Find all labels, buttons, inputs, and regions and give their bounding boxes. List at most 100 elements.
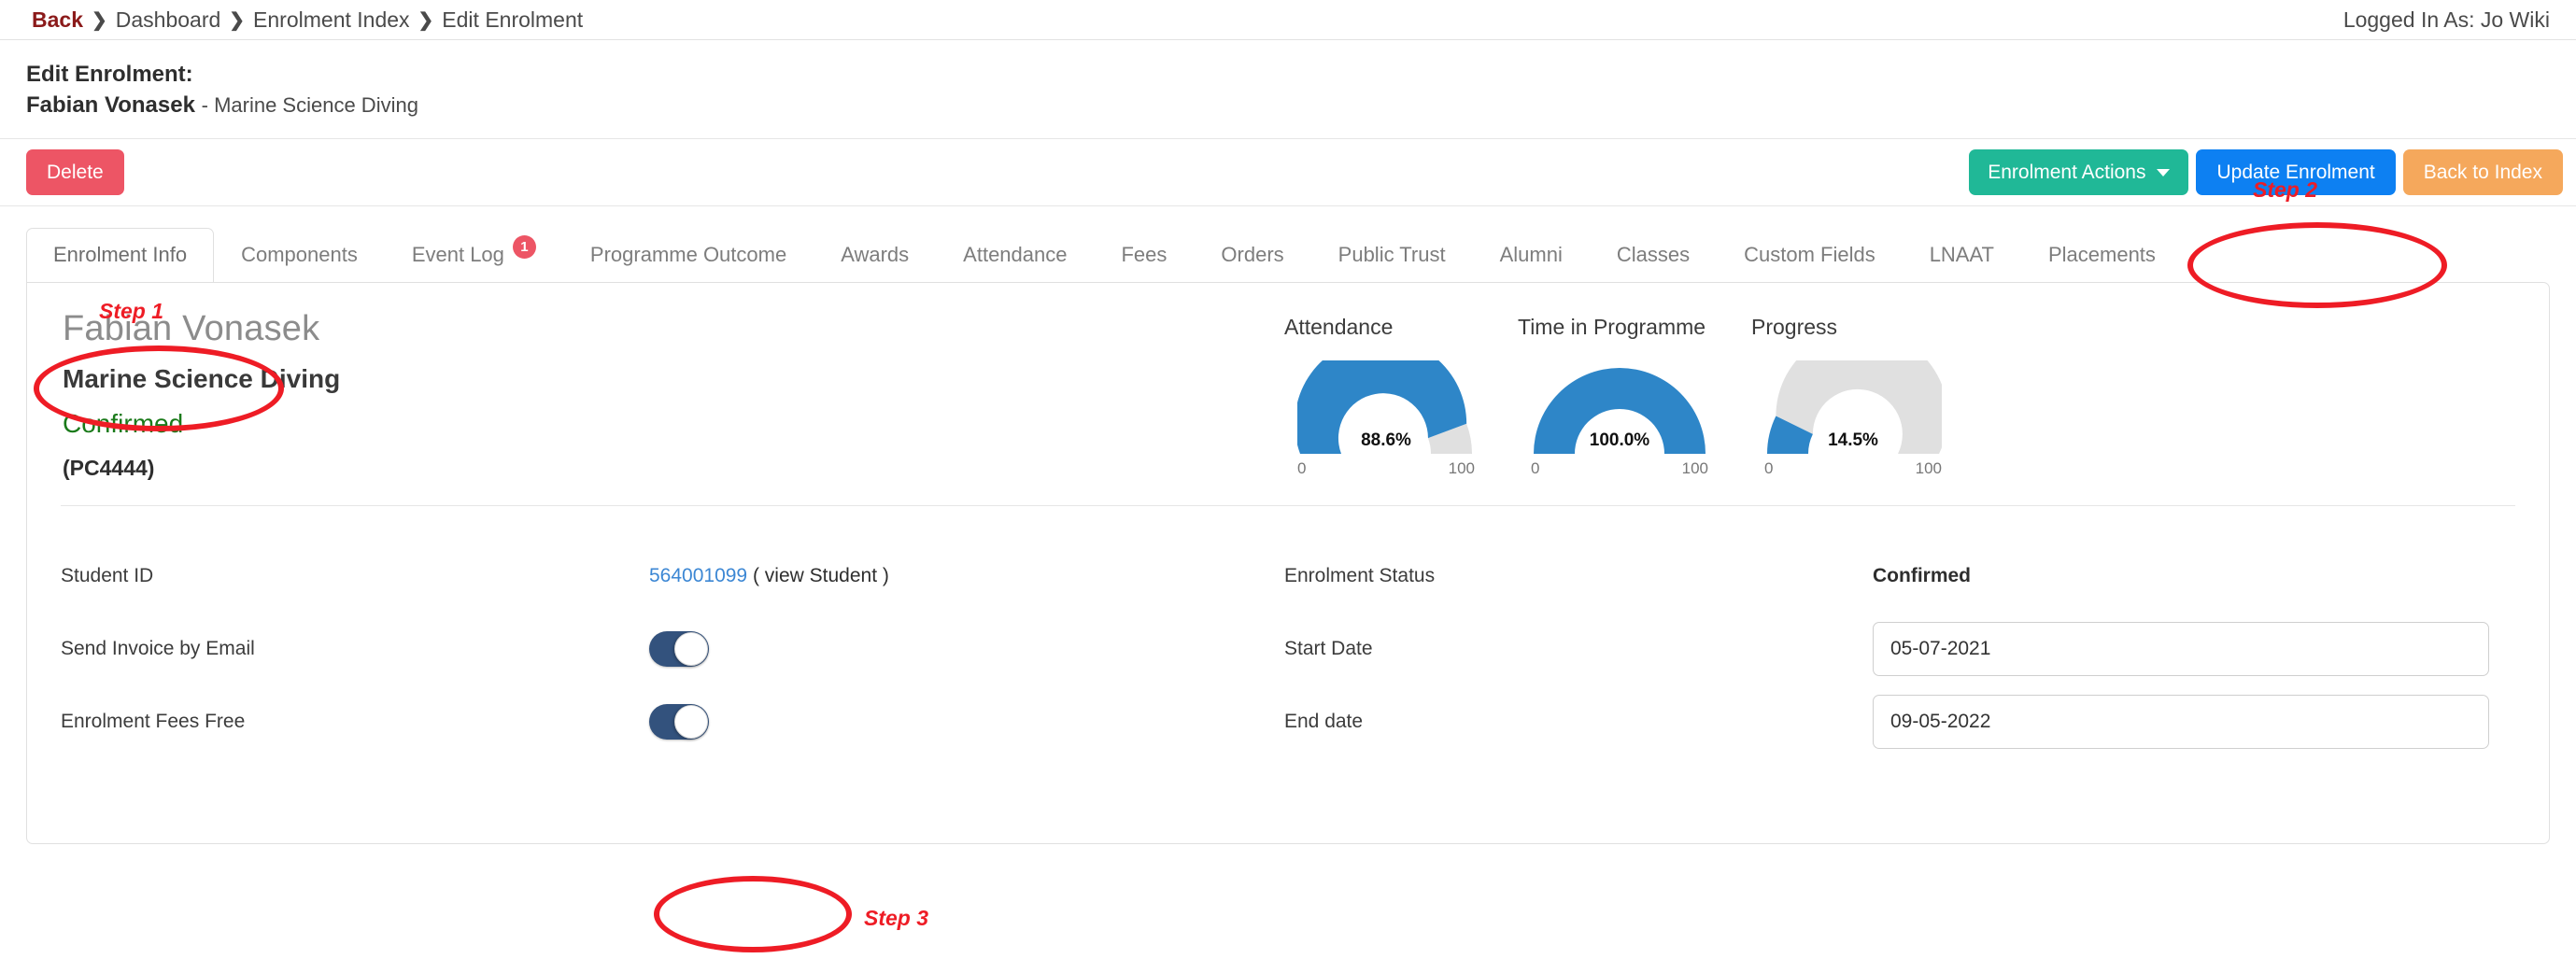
form-column-left: Student ID 564001099 ( view Student ) Se… bbox=[61, 540, 1284, 758]
student-id-label: Student ID bbox=[61, 565, 154, 587]
gauge-min-label: 0 bbox=[1764, 459, 1774, 478]
tab-public-trust[interactable]: Public Trust bbox=[1311, 228, 1473, 283]
enrolment-info-panel: Fabian Vonasek Marine Science Diving Con… bbox=[26, 282, 2550, 845]
tab-attendance[interactable]: Attendance bbox=[936, 228, 1094, 283]
breadcrumb-bar: Back ❯ Dashboard ❯ Enrolment Index ❯ Edi… bbox=[0, 0, 2576, 40]
enrolment-status-value: Confirmed bbox=[1873, 565, 1971, 587]
breadcrumb: Back ❯ Dashboard ❯ Enrolment Index ❯ Edi… bbox=[32, 7, 583, 33]
summary-details: Fabian Vonasek Marine Science Diving Con… bbox=[61, 309, 1284, 481]
enrolment-fees-free-toggle[interactable] bbox=[649, 704, 709, 740]
tab-label: Awards bbox=[841, 243, 910, 267]
field-end-date: End date bbox=[1284, 685, 2515, 758]
send-invoice-toggle[interactable] bbox=[649, 631, 709, 668]
tab-label: Enrolment Info bbox=[53, 243, 188, 267]
breadcrumb-back-link[interactable]: Back bbox=[32, 7, 83, 33]
breadcrumb-item-enrolment-index[interactable]: Enrolment Index bbox=[253, 7, 409, 33]
gauge-dial: 14.5% bbox=[1764, 330, 1948, 458]
tab-label: Fees bbox=[1121, 243, 1168, 267]
tab-label: Event Log bbox=[411, 243, 504, 267]
tab-programme-outcome[interactable]: Programme Outcome bbox=[563, 228, 814, 283]
tab-label: Components bbox=[241, 243, 358, 267]
gauge-scale: 0 100 bbox=[1531, 459, 1708, 478]
start-date-label: Start Date bbox=[1284, 638, 1373, 660]
page-title: Edit Enrolment: bbox=[26, 62, 193, 87]
breadcrumb-item-dashboard[interactable]: Dashboard bbox=[116, 7, 221, 33]
page-subtitle-name: Fabian Vonasek bbox=[26, 92, 195, 118]
back-to-index-button[interactable]: Back to Index bbox=[2402, 149, 2563, 196]
student-id-value-group: 564001099 ( view Student ) bbox=[649, 565, 889, 587]
tab-components[interactable]: Components bbox=[214, 228, 385, 283]
gauge-max-label: 100 bbox=[1681, 459, 1708, 478]
gauge-scale: 0 100 bbox=[1764, 459, 1942, 478]
enrolment-actions-dropdown-button[interactable]: Enrolment Actions bbox=[1969, 149, 2189, 196]
enrolment-status-label: Enrolment Status bbox=[1284, 565, 1436, 587]
tab-lnaat[interactable]: LNAAT bbox=[1903, 228, 2021, 283]
start-date-input[interactable] bbox=[1873, 622, 2489, 677]
annotation-step-3: Step 3 bbox=[864, 906, 929, 930]
gauge-title: Attendance bbox=[1284, 315, 1394, 340]
toggle-knob bbox=[674, 705, 708, 740]
enrolment-actions-label: Enrolment Actions bbox=[1988, 162, 2146, 184]
tab-list: Enrolment Info Components Event Log 1 Progra… bbox=[26, 227, 2576, 284]
gauge-time-in-programme: Time in Programme 100.0% 0 100 bbox=[1518, 315, 1751, 481]
tab-label: Public Trust bbox=[1338, 243, 1446, 267]
tab-event-log[interactable]: Event Log 1 bbox=[385, 228, 563, 283]
breadcrumb-item-edit-enrolment: Edit Enrolment bbox=[442, 7, 584, 32]
field-enrolment-fees-free: Enrolment Fees Free bbox=[61, 685, 1284, 758]
delete-button[interactable]: Delete bbox=[26, 149, 124, 196]
gauge-value-label: 88.6% bbox=[1361, 430, 1411, 451]
tab-alumni[interactable]: Alumni bbox=[1473, 228, 1590, 283]
field-enrolment-status: Enrolment Status Confirmed bbox=[1284, 540, 2515, 613]
enrolment-fees-free-label: Enrolment Fees Free bbox=[61, 711, 246, 733]
field-student-id: Student ID 564001099 ( view Student ) bbox=[61, 540, 1284, 613]
tab-badge-count: 1 bbox=[512, 234, 536, 259]
tab-label: Classes bbox=[1616, 243, 1691, 267]
annotation-step-2: Step 2 bbox=[2253, 177, 2318, 202]
end-date-label: End date bbox=[1284, 711, 1364, 733]
tab-label: Programme Outcome bbox=[589, 243, 787, 267]
end-date-input[interactable] bbox=[1873, 695, 2489, 750]
logged-in-as-label: Logged In As: Jo Wiki bbox=[2342, 7, 2550, 32]
tab-enrolment-info[interactable]: Enrolment Info bbox=[26, 228, 215, 284]
tab-label: Placements bbox=[2047, 243, 2156, 267]
summary-programme: Marine Science Diving bbox=[63, 364, 341, 394]
gauge-dial: 88.6% bbox=[1295, 338, 1475, 458]
gauge-group: Attendance 88.6% 0 100 Time in Programme 100.… bbox=[1284, 309, 2515, 481]
enrolment-form: Student ID 564001099 ( view Student ) Se… bbox=[61, 506, 2515, 758]
gauge-min-label: 0 bbox=[1297, 459, 1307, 478]
page-title-block: Edit Enrolment: Fabian Vonasek - Marine … bbox=[0, 40, 2576, 140]
breadcrumb-separator-icon: ❯ bbox=[91, 9, 107, 31]
breadcrumb-separator-icon: ❯ bbox=[418, 9, 434, 31]
annotation-ellipse-step-3 bbox=[654, 876, 852, 952]
annotation-step-1: Step 1 bbox=[99, 299, 164, 323]
view-student-link[interactable]: ( view Student ) bbox=[753, 565, 889, 586]
gauge-value-label: 100.0% bbox=[1589, 430, 1650, 451]
tab-placements[interactable]: Placements bbox=[2021, 228, 2183, 283]
tab-label: Orders bbox=[1221, 243, 1284, 267]
tab-custom-fields[interactable]: Custom Fields bbox=[1717, 228, 1903, 283]
gauge-attendance: Attendance 88.6% 0 100 bbox=[1284, 315, 1518, 481]
tab-label: Attendance bbox=[963, 243, 1068, 267]
gauge-max-label: 100 bbox=[1448, 459, 1475, 478]
summary-section: Fabian Vonasek Marine Science Diving Con… bbox=[61, 309, 2515, 481]
gauge-dial: 100.0% bbox=[1531, 360, 1708, 458]
toggle-knob bbox=[674, 632, 708, 667]
tab-label: Custom Fields bbox=[1744, 243, 1875, 267]
action-toolbar: Delete Enrolment Actions Update Enrolmen… bbox=[0, 139, 2576, 207]
form-column-right: Enrolment Status Confirmed Start Date En… bbox=[1284, 540, 2515, 758]
field-start-date: Start Date bbox=[1284, 613, 2515, 685]
gauge-value-label: 14.5% bbox=[1828, 430, 1878, 451]
gauge-title: Time in Programme bbox=[1518, 315, 1706, 340]
tab-awards[interactable]: Awards bbox=[814, 228, 936, 283]
summary-code: (PC4444) bbox=[63, 456, 155, 481]
summary-status: Confirmed bbox=[63, 409, 184, 439]
student-id-link[interactable]: 564001099 bbox=[649, 565, 747, 586]
tab-orders[interactable]: Orders bbox=[1194, 228, 1310, 283]
send-invoice-label: Send Invoice by Email bbox=[61, 638, 255, 660]
tab-fees[interactable]: Fees bbox=[1094, 228, 1194, 283]
field-send-invoice-by-email: Send Invoice by Email bbox=[61, 613, 1284, 685]
tab-classes[interactable]: Classes bbox=[1590, 228, 1717, 283]
breadcrumb-separator-icon: ❯ bbox=[229, 9, 246, 31]
page-subtitle-programme: - Marine Science Diving bbox=[201, 92, 418, 117]
gauge-progress: Progress 14.5% 0 100 bbox=[1751, 315, 1985, 481]
